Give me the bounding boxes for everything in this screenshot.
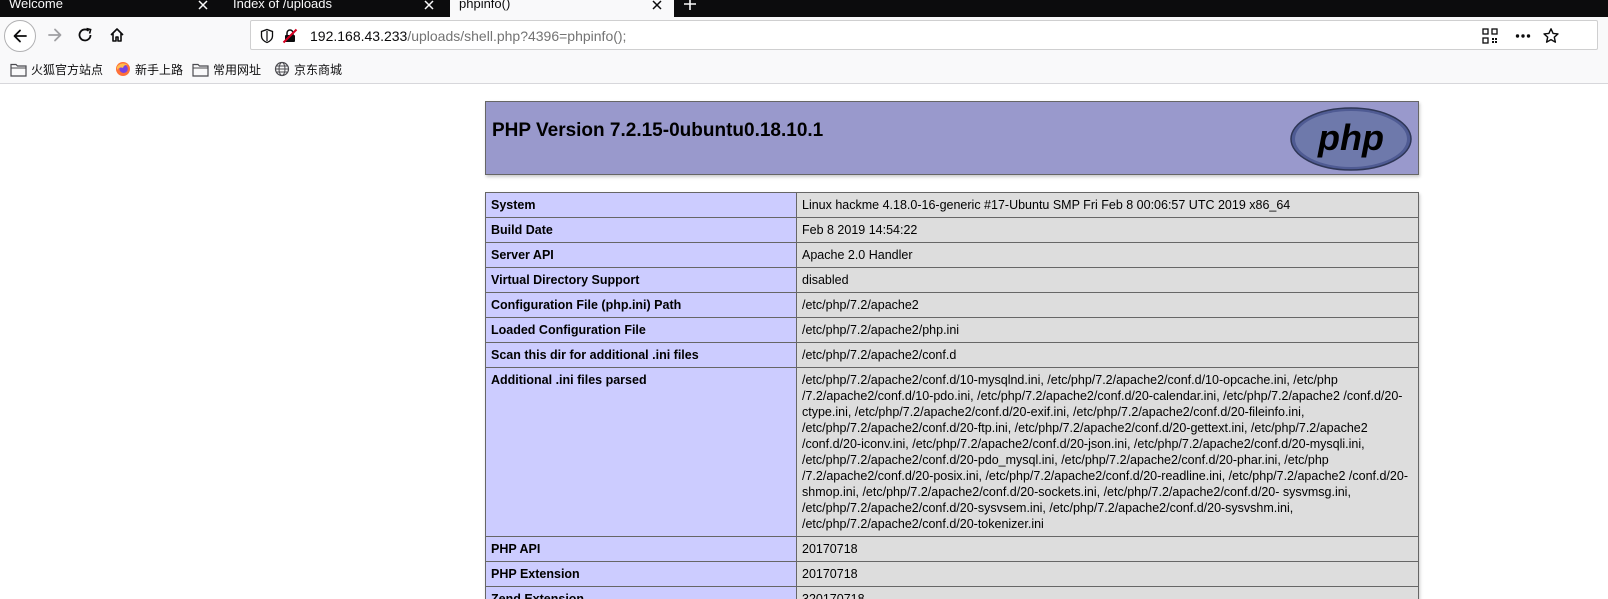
- back-arrow-icon: [13, 29, 27, 43]
- back-button[interactable]: [4, 20, 36, 52]
- page-content: PHP Version 7.2.15-0ubuntu0.18.10.1 php …: [0, 85, 1608, 599]
- row-value: /etc/php/7.2/apache2: [796, 292, 1419, 318]
- bookmarks-toolbar: 火狐官方站点 新手上路 常用网址 京东商城: [0, 54, 1608, 84]
- php-logo-text: php: [1317, 117, 1384, 158]
- table-row: Virtual Directory Support disabled: [485, 267, 1419, 293]
- tab-strip: Welcome Index of /uploads phpinfo(): [0, 0, 1608, 17]
- address-bar[interactable]: 192.168.43.233/uploads/shell.php?4396=ph…: [250, 20, 1598, 50]
- row-key: Configuration File (php.ini) Path: [485, 292, 797, 318]
- bookmark-label: 新手上路: [135, 62, 184, 77]
- row-key: Zend Extension: [485, 586, 797, 599]
- url-path: /uploads/shell.php?4396=phpinfo();: [407, 28, 627, 44]
- php-info-table: System Linux hackme 4.18.0-16-generic #17…: [485, 192, 1419, 599]
- tab-welcome[interactable]: Welcome: [0, 0, 220, 17]
- row-key: Virtual Directory Support: [485, 267, 797, 293]
- reload-icon: [78, 27, 92, 42]
- table-row: Additional .ini files parsed/etc/php/7.2…: [485, 367, 1419, 537]
- table-row: PHP Extension 20170718: [485, 561, 1419, 587]
- close-icon[interactable]: [196, 0, 210, 12]
- php-logo-icon[interactable]: php: [1290, 107, 1412, 171]
- row-key: Build Date: [485, 217, 797, 243]
- row-value: /etc/php/7.2/apache2/conf.d/10-mysqlnd.i…: [796, 367, 1419, 537]
- navigation-toolbar: 192.168.43.233/uploads/shell.php?4396=ph…: [0, 17, 1608, 54]
- insecure-lock-icon[interactable]: [282, 28, 298, 44]
- globe-icon: [274, 61, 290, 77]
- folder-icon: [192, 63, 209, 77]
- php-version-header: PHP Version 7.2.15-0ubuntu0.18.10.1 php: [485, 101, 1419, 175]
- row-value: 20170718: [796, 561, 1419, 587]
- home-button[interactable]: [102, 20, 132, 50]
- firefox-icon: [116, 62, 130, 76]
- tab-title: phpinfo(): [459, 0, 511, 11]
- row-value: Apache 2.0 Handler: [796, 242, 1419, 268]
- table-row: PHP API 20170718: [485, 536, 1419, 562]
- row-value: Feb 8 2019 14:54:22: [796, 217, 1419, 243]
- row-value: 20170718: [796, 536, 1419, 562]
- page-actions-ellipsis-icon[interactable]: [1514, 27, 1532, 45]
- url-text[interactable]: 192.168.43.233/uploads/shell.php?4396=ph…: [310, 21, 626, 51]
- forward-arrow-icon: [48, 28, 62, 42]
- row-key: Loaded Configuration File: [485, 317, 797, 343]
- close-icon[interactable]: [650, 0, 664, 12]
- table-row: Build Date Feb 8 2019 14:54:22: [485, 217, 1419, 243]
- bookmark-label: 京东商城: [294, 62, 343, 77]
- row-value: disabled: [796, 267, 1419, 293]
- table-row: Configuration File (php.ini) Path/etc/ph…: [485, 292, 1419, 318]
- row-key: Additional .ini files parsed: [485, 367, 797, 537]
- tab-title: Welcome: [9, 0, 63, 11]
- new-tab-plus-icon[interactable]: [682, 0, 698, 12]
- tab-index-uploads[interactable]: Index of /uploads: [224, 0, 446, 17]
- shield-icon[interactable]: [259, 28, 275, 44]
- table-row: Scan this dir for additional .ini files /…: [485, 342, 1419, 368]
- table-row: System Linux hackme 4.18.0-16-generic #17…: [485, 192, 1419, 218]
- url-host: 192.168.43.233: [310, 28, 408, 44]
- bookmark-label: 常用网址: [213, 62, 262, 77]
- tab-title: Index of /uploads: [233, 0, 333, 11]
- table-row: Server API Apache 2.0 Handler: [485, 242, 1419, 268]
- row-key: PHP API: [485, 536, 797, 562]
- folder-icon: [10, 63, 27, 77]
- close-icon[interactable]: [422, 0, 436, 12]
- row-key: Scan this dir for additional .ini files: [485, 342, 797, 368]
- bookmark-getting-started[interactable]: 新手上路: [115, 60, 183, 78]
- bookmark-label: 火狐官方站点: [31, 62, 104, 77]
- row-value: 320170718: [796, 586, 1419, 599]
- php-version-title: PHP Version 7.2.15-0ubuntu0.18.10.1: [492, 120, 824, 141]
- forward-button[interactable]: [40, 20, 70, 50]
- row-value: Linux hackme 4.18.0-16-generic #17-Ubunt…: [796, 192, 1419, 218]
- row-key: PHP Extension: [485, 561, 797, 587]
- bookmark-common-sites[interactable]: 常用网址: [192, 60, 261, 78]
- row-value: /etc/php/7.2/apache2/php.ini: [796, 317, 1419, 343]
- tab-phpinfo[interactable]: phpinfo(): [450, 0, 674, 17]
- reload-button[interactable]: [70, 20, 100, 50]
- table-row: Zend Extension 320170718: [485, 586, 1419, 599]
- home-icon: [110, 28, 124, 42]
- bookmark-jd-mall[interactable]: 京东商城: [274, 60, 342, 78]
- row-value: /etc/php/7.2/apache2/conf.d: [796, 342, 1419, 368]
- table-row: Loaded Configuration File/etc/php/7.2/ap…: [485, 317, 1419, 343]
- bookmark-star-icon[interactable]: [1542, 27, 1560, 45]
- bookmark-firefox-official[interactable]: 火狐官方站点: [10, 60, 103, 78]
- qr-code-icon[interactable]: [1481, 27, 1499, 45]
- row-key: System: [485, 192, 797, 218]
- row-key: Server API: [485, 242, 797, 268]
